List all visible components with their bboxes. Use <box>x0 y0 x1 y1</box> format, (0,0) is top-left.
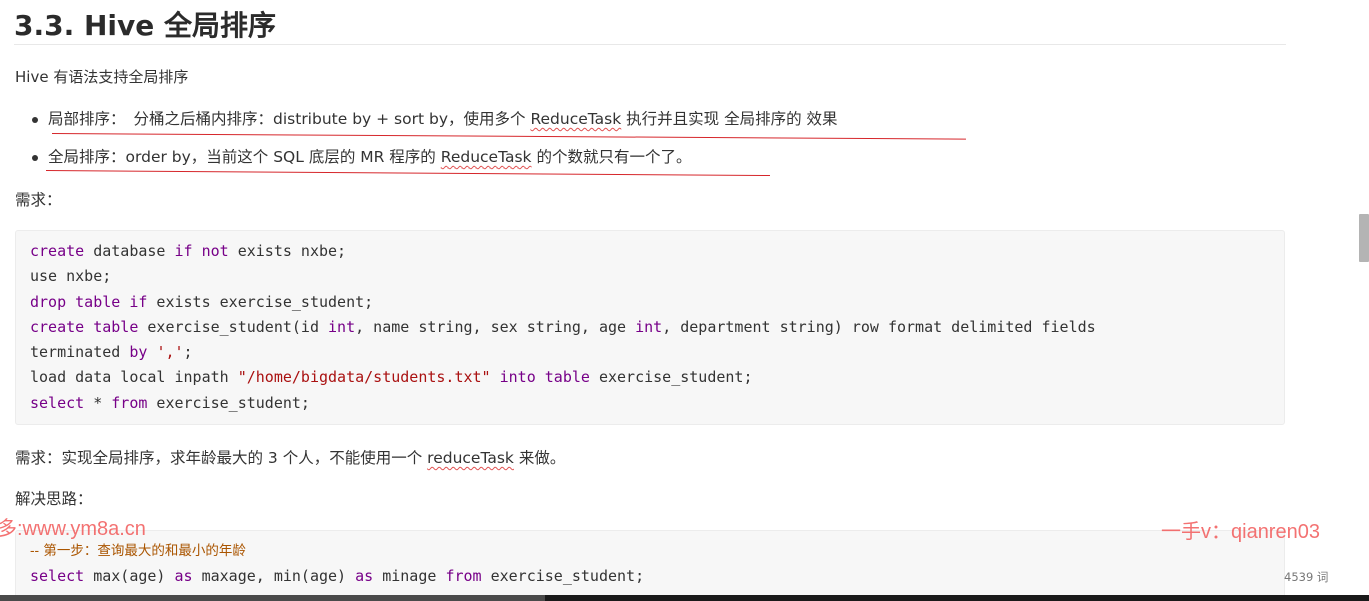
code-comment-line: -- 第一步：查询最大的和最小的年龄 <box>30 543 246 559</box>
watermark-right: 一手v：qianren03 <box>1161 521 1320 543</box>
bullet-text-before: 分桶之后桶内排序：distribute by + sort by，使用多个 <box>133 110 531 128</box>
intro-paragraph: Hive 有语法支持全局排序 <box>15 68 189 86</box>
bullet-text-after: 执行并且实现 全局排序的 效果 <box>621 110 838 128</box>
bottom-progress-bar[interactable] <box>0 595 1369 601</box>
bullet-text-before: order by，当前这个 SQL 底层的 MR 程序的 <box>125 148 441 166</box>
spellcheck-word[interactable]: ReduceTask <box>530 110 621 128</box>
code-line: create table exercise_student(id int, na… <box>30 317 1096 336</box>
code-line: select max(age) as maxage, min(age) as m… <box>30 567 645 586</box>
code-line: terminated by ','; <box>30 343 193 362</box>
heading-divider <box>14 44 1286 45</box>
code-content: -- 第一步：查询最大的和最小的年龄 select max(age) as ma… <box>16 531 1284 590</box>
spellcheck-word[interactable]: reduceTask <box>427 449 514 467</box>
code-line: drop table if exists exercise_student; <box>30 292 374 311</box>
bullet-local-sort: 局部排序： 分桶之后桶内排序：distribute by + sort by，使用… <box>14 108 838 146</box>
code-line: select * from exercise_student; <box>30 393 310 412</box>
code-block-setup[interactable]: create database if not exists nxbe; use … <box>15 230 1285 425</box>
section-heading: 3.3. Hive 全局排序 <box>14 9 277 42</box>
bullet-dot <box>32 117 38 123</box>
document-page: 3.3. Hive 全局排序 Hive 有语法支持全局排序 局部排序： 分桶之后桶… <box>0 0 1369 601</box>
code-content: create database if not exists nxbe; use … <box>16 231 1284 416</box>
bullet-term: 局部排序： <box>48 110 126 128</box>
spellcheck-word[interactable]: ReduceTask <box>441 148 532 166</box>
bullet-text-after: 的个数就只有一个了。 <box>531 148 692 166</box>
code-line: load data local inpath "/home/bigdata/st… <box>30 368 753 387</box>
solution-label: 解决思路： <box>15 490 93 508</box>
vertical-scrollbar-thumb[interactable] <box>1359 214 1369 262</box>
bullet-term: 全局排序： <box>48 148 126 166</box>
bullet-dot <box>32 155 38 161</box>
word-count-status: 4539 词 <box>1284 570 1329 584</box>
watermark-left: 多:www.ym8a.cn <box>0 518 146 540</box>
requirement-text-after: 来做。 <box>513 449 566 467</box>
requirement-top3-paragraph: 需求：实现全局排序，求年龄最大的 3 个人，不能使用一个 reduceTask … <box>15 447 565 469</box>
requirement-label: 需求： <box>15 191 62 209</box>
code-block-solution[interactable]: -- 第一步：查询最大的和最小的年龄 select max(age) as ma… <box>15 530 1285 601</box>
requirement-text-before: 需求：实现全局排序，求年龄最大的 3 个人，不能使用一个 <box>15 449 428 467</box>
bullet-global-sort: 全局排序：order by，当前这个 SQL 底层的 MR 程序的 Reduce… <box>14 146 838 184</box>
code-line: create database if not exists nxbe; <box>30 242 347 260</box>
progress-segment <box>0 595 545 601</box>
code-line: use nxbe; <box>30 267 112 286</box>
